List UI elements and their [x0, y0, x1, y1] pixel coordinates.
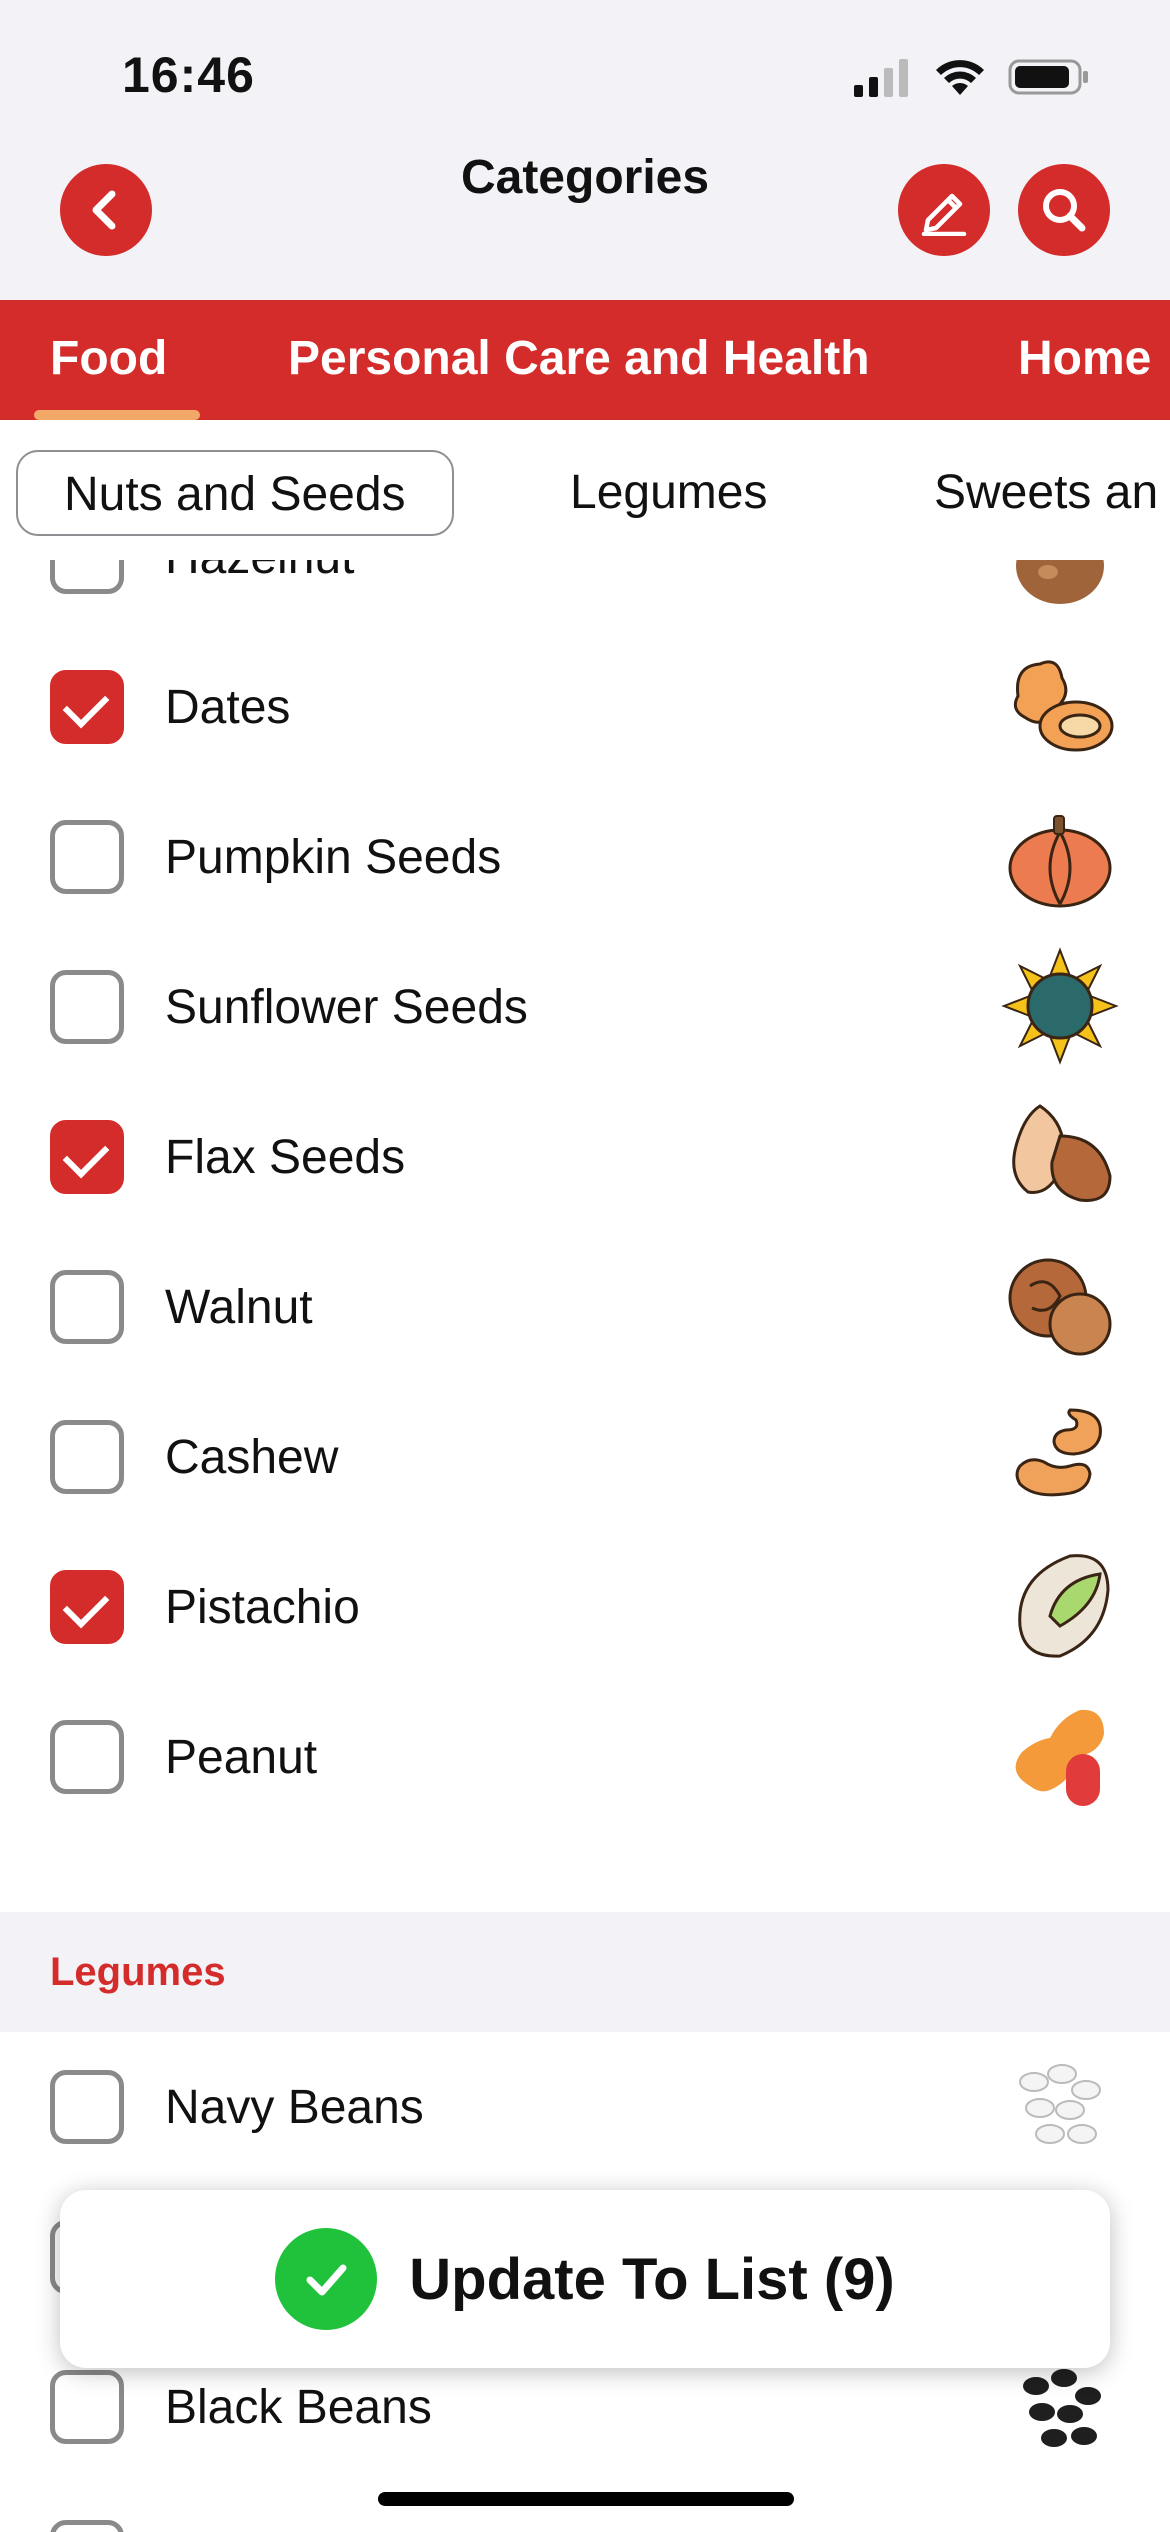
- cashew-icon: [1015, 1408, 1102, 1497]
- section-header-legumes: Legumes: [0, 1912, 1170, 2032]
- item-label: Peanut: [165, 1731, 318, 1784]
- checkbox[interactable]: [50, 1420, 124, 1494]
- subcategory-tabs: Nuts and Seeds Legumes Sweets an: [0, 420, 1170, 560]
- search-icon: [1043, 189, 1086, 232]
- checkbox[interactable]: [50, 1570, 124, 1644]
- section-title: Legumes: [50, 1950, 226, 1994]
- checkmark-icon: [275, 2228, 378, 2330]
- back-button[interactable]: [60, 164, 152, 256]
- checkbox[interactable]: [50, 670, 124, 744]
- item-label: Navy Beans: [165, 2081, 424, 2134]
- update-button-label: Update To List (9): [409, 2246, 895, 2312]
- cellular-signal-icon: [854, 59, 908, 97]
- list-item[interactable]: Dates: [0, 632, 1170, 782]
- list-item[interactable]: Navy Beans: [0, 2032, 1170, 2182]
- item-label: Cashew: [165, 1431, 339, 1484]
- checkbox[interactable]: [50, 1120, 124, 1194]
- item-label: Pistachio: [165, 1581, 360, 1634]
- almond-icon: [1012, 1104, 1112, 1202]
- subtab-legumes[interactable]: Legumes: [570, 450, 767, 536]
- status-time: 16:46: [122, 47, 255, 103]
- checkbox[interactable]: [50, 560, 124, 594]
- list-item[interactable]: Pumpkin Seeds: [0, 782, 1170, 932]
- edit-button[interactable]: [898, 164, 990, 256]
- pumpkin-icon: [1008, 815, 1112, 908]
- dates-icon: [1013, 660, 1114, 752]
- item-label: Pumpkin Seeds: [165, 831, 502, 884]
- home-indicator: [378, 2492, 794, 2506]
- checkbox[interactable]: [50, 2070, 124, 2144]
- tab-home[interactable]: Home: [1018, 300, 1151, 420]
- list-item[interactable]: Pistachio: [0, 1532, 1170, 1682]
- checkbox[interactable]: [50, 2520, 124, 2532]
- list-item[interactable]: Peanut: [0, 1682, 1170, 1832]
- item-label: Sunflower Seeds: [165, 981, 528, 1034]
- navy-beans-icon: [1019, 2064, 1101, 2144]
- item-label: Flax Seeds: [165, 1131, 406, 1184]
- update-to-list-button[interactable]: Update To List (9): [60, 2190, 1110, 2368]
- item-label: Dates: [165, 681, 291, 734]
- checkbox[interactable]: [50, 820, 124, 894]
- checkbox[interactable]: [50, 1720, 124, 1794]
- peanut-icon: [1015, 1709, 1104, 1806]
- pistachio-icon: [1018, 1554, 1110, 1658]
- category-tabs: Food Personal Care and Health Home: [0, 300, 1170, 420]
- search-button[interactable]: [1018, 164, 1110, 256]
- chevron-left-icon: [92, 190, 116, 230]
- list-item[interactable]: Walnut: [0, 1232, 1170, 1382]
- page-title: Categories: [460, 151, 710, 204]
- checkbox[interactable]: [50, 2370, 124, 2444]
- item-label: Hazelnut: [165, 560, 354, 585]
- list-item[interactable]: Hazelnut: [0, 560, 1170, 632]
- list-item[interactable]: Cashew: [0, 1382, 1170, 1532]
- checkbox[interactable]: [50, 1270, 124, 1344]
- checkbox[interactable]: [50, 970, 124, 1044]
- list-item[interactable]: Flax Seeds: [0, 1082, 1170, 1232]
- subtab-sweets[interactable]: Sweets an: [934, 450, 1158, 536]
- pencil-icon: [921, 193, 967, 236]
- hazelnut-icon: [1016, 560, 1104, 604]
- item-label: Black Beans: [165, 2381, 432, 2434]
- item-label: Walnut: [165, 1281, 313, 1334]
- status-icons: [852, 54, 1090, 100]
- battery-icon: [1008, 59, 1088, 95]
- tab-personal-care-and-health[interactable]: Personal Care and Health: [288, 300, 870, 420]
- wifi-icon: [936, 60, 984, 95]
- list-item[interactable]: Sunflower Seeds: [0, 932, 1170, 1082]
- active-tab-indicator: [34, 410, 200, 420]
- subtab-nuts-and-seeds[interactable]: Nuts and Seeds: [16, 450, 454, 536]
- tab-food[interactable]: Food: [50, 300, 167, 420]
- walnut-icon: [1008, 1258, 1112, 1356]
- sunflower-icon: [1001, 947, 1119, 1065]
- top-bar: 16:46 Categories: [0, 0, 1170, 300]
- list-item[interactable]: [0, 2482, 1170, 2532]
